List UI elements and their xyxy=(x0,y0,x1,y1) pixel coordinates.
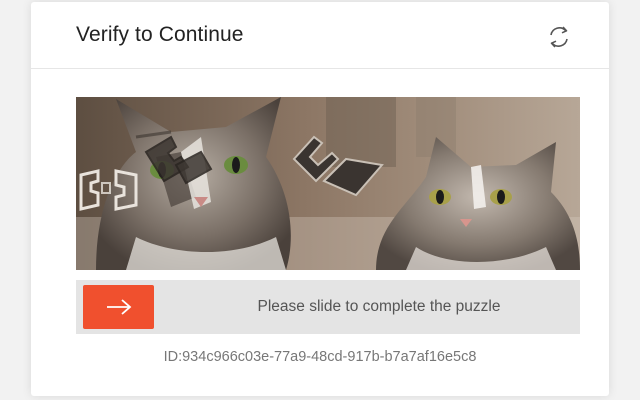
dialog-title: Verify to Continue xyxy=(76,23,244,46)
puzzle-image xyxy=(76,97,580,270)
arrow-right-icon xyxy=(106,299,131,315)
refresh-icon xyxy=(550,26,568,48)
dialog-header: Verify to Continue xyxy=(31,2,609,69)
captcha-dialog: Verify to Continue Please slide to compl… xyxy=(31,2,609,396)
slider-instruction: Please slide to complete the puzzle xyxy=(257,298,501,315)
slider-handle[interactable] xyxy=(83,285,154,329)
captcha-id: ID:934c966c03e-77a9-48cd-917b-b7a7af16e5… xyxy=(163,349,477,365)
cats-photo xyxy=(76,97,580,270)
slider-track[interactable]: Please slide to complete the puzzle xyxy=(76,280,580,334)
refresh-button[interactable] xyxy=(539,20,579,54)
